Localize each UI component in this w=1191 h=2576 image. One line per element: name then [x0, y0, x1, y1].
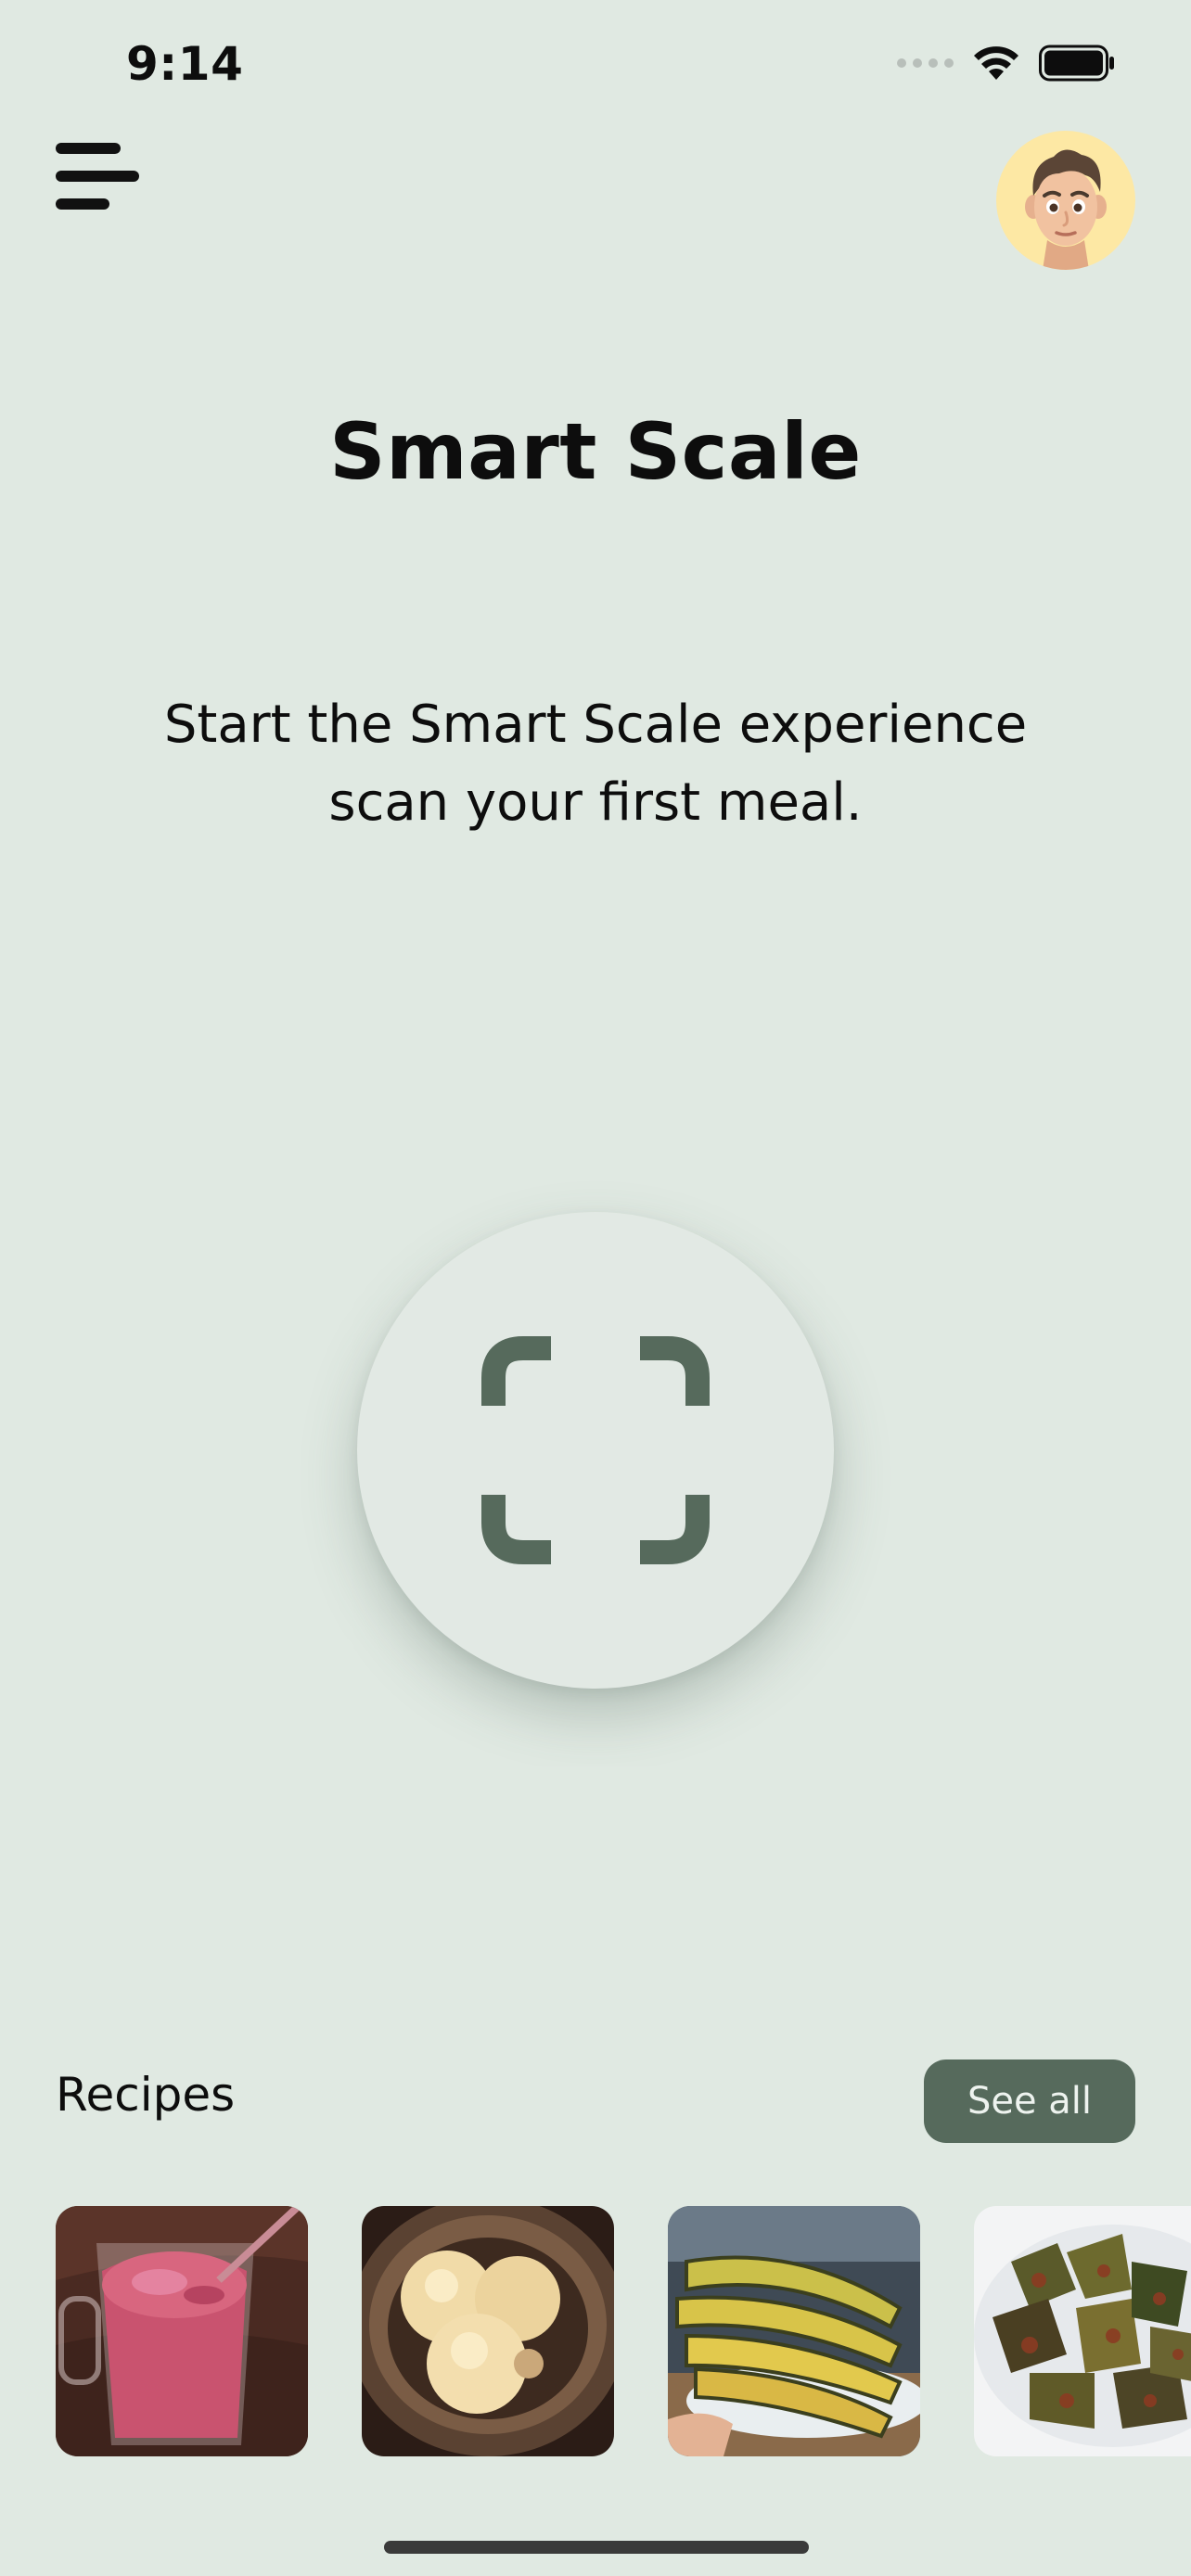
- scan-frame-icon: [481, 1336, 710, 1564]
- subtitle-line-1: Start the Smart Scale experience: [163, 695, 1028, 755]
- scan-meal-button[interactable]: [357, 1212, 834, 1689]
- recipe-card-fried-artichokes[interactable]: [974, 2206, 1191, 2456]
- ice-cream-image: [362, 2206, 614, 2456]
- status-time: 9:14: [126, 37, 244, 91]
- smart-scale-screen: 9:14 Smart Scale Start the Smart Scale e…: [0, 0, 1191, 2576]
- see-all-button[interactable]: See all: [924, 2060, 1135, 2143]
- subtitle-line-2: scan your first meal.: [328, 772, 863, 833]
- page-title: Smart Scale: [329, 406, 862, 497]
- home-indicator[interactable]: [384, 2541, 809, 2554]
- grilled-corn-image: [668, 2206, 920, 2456]
- avatar[interactable]: [996, 131, 1135, 270]
- recipes-heading: Recipes: [56, 2068, 236, 2122]
- battery-icon: [1039, 45, 1114, 82]
- cellular-dots-icon: [897, 58, 954, 68]
- memoji-avatar-icon: [1025, 149, 1107, 270]
- subtitle: Start the Smart Scale experience scan yo…: [102, 686, 1089, 842]
- recipe-card-ice-cream[interactable]: [362, 2206, 614, 2456]
- fried-artichokes-image: [974, 2206, 1191, 2456]
- recipe-card-grilled-corn[interactable]: [668, 2206, 920, 2456]
- wifi-icon: [974, 46, 1018, 80]
- berry-smoothie-image: [56, 2206, 308, 2456]
- status-icons: [897, 45, 1115, 82]
- recipe-card-berry-smoothie[interactable]: [56, 2206, 308, 2456]
- hamburger-menu-icon: [56, 143, 121, 154]
- menu-button[interactable]: [56, 139, 143, 213]
